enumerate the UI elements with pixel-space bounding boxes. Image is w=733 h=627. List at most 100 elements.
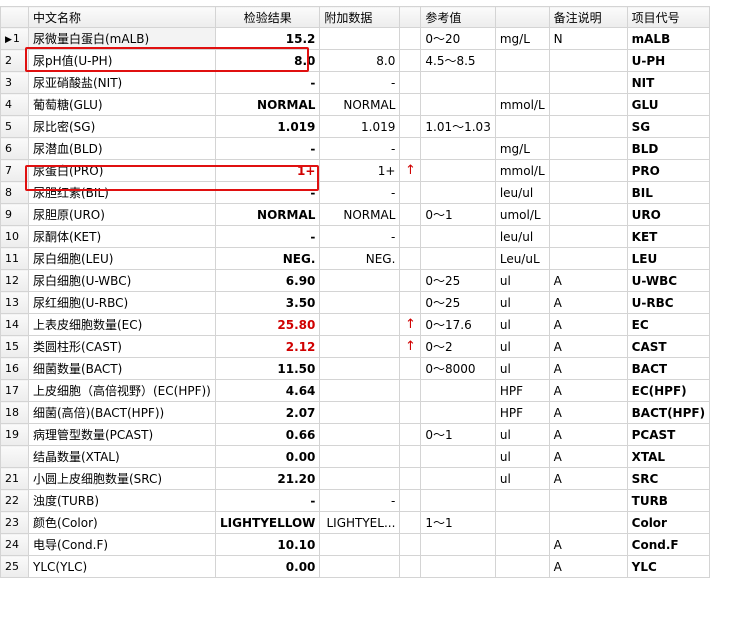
row-number-cell[interactable]: 19 [0,423,29,446]
unit-cell[interactable]: mg/L [494,27,550,50]
item-code-cell[interactable]: PRO [626,159,711,182]
item-name-cell[interactable]: 尿胆原(URO) [28,203,216,226]
unit-cell[interactable]: leu/ul [494,181,550,204]
reference-range-cell[interactable] [420,137,496,160]
flag-arrow-cell[interactable] [399,445,422,468]
note-cell[interactable]: A [548,291,628,314]
reference-range-cell[interactable]: 1～1 [420,511,496,534]
flag-arrow-cell[interactable] [399,357,422,380]
item-name-cell[interactable]: 尿白细胞(LEU) [28,247,216,270]
unit-cell[interactable]: ul [494,335,550,358]
table-row[interactable]: 4 葡萄糖(GLU) NORMAL NORMAL mmol/L GLU [0,93,711,116]
note-cell[interactable]: A [548,555,628,578]
extra-value-cell[interactable] [319,291,401,314]
item-name-cell[interactable]: 尿红细胞(U-RBC) [28,291,216,314]
unit-cell[interactable]: Leu/uL [494,247,550,270]
table-row[interactable]: 14 上表皮细胞数量(EC) 25.80 ↑ 0～17.6 ul A EC [0,313,711,336]
result-value-cell[interactable]: - [214,489,321,512]
item-code-cell[interactable]: EC(HPF) [626,379,711,402]
extra-value-cell[interactable] [319,467,401,490]
note-cell[interactable] [548,225,628,248]
row-number-cell[interactable]: 15 [0,335,29,358]
item-name-cell[interactable]: 尿潜血(BLD) [28,137,216,160]
result-value-cell[interactable]: 0.00 [214,445,321,468]
row-number-cell[interactable]: 9 [0,203,29,226]
extra-value-cell[interactable]: LIGHTYEL... [319,511,401,534]
note-cell[interactable]: A [548,445,628,468]
reference-range-cell[interactable]: 0～25 [420,291,496,314]
extra-value-cell[interactable]: 1.019 [319,115,401,138]
table-row[interactable]: 18 细菌(高倍)(BACT(HPF)) 2.07 HPF A BACT(HPF) [0,401,711,424]
item-name-cell[interactable]: 电导(Cond.F) [28,533,216,556]
extra-value-cell[interactable]: - [319,489,401,512]
unit-cell[interactable] [494,555,550,578]
reference-range-cell[interactable] [420,445,496,468]
table-row[interactable]: 25 YLC(YLC) 0.00 A YLC [0,555,711,578]
result-value-cell[interactable]: 2.07 [214,401,321,424]
result-value-cell[interactable]: 11.50 [214,357,321,380]
row-number-cell[interactable]: 6 [0,137,29,160]
reference-range-cell[interactable] [420,159,496,182]
row-number-cell[interactable]: 13 [0,291,29,314]
flag-arrow-cell[interactable] [399,533,422,556]
unit-cell[interactable] [494,533,550,556]
reference-range-cell[interactable]: 0～25 [420,269,496,292]
item-code-cell[interactable]: NIT [626,71,711,94]
reference-range-cell[interactable] [420,247,496,270]
result-value-cell[interactable]: - [214,137,321,160]
item-name-cell[interactable]: YLC(YLC) [28,555,216,578]
note-cell[interactable]: A [548,313,628,336]
result-value-cell[interactable]: - [214,71,321,94]
note-cell[interactable] [548,49,628,72]
item-code-cell[interactable]: CAST [626,335,711,358]
item-code-cell[interactable]: Cond.F [626,533,711,556]
reference-range-cell[interactable]: 0～1 [420,423,496,446]
unit-cell[interactable]: ul [494,357,550,380]
extra-value-cell[interactable] [319,269,401,292]
unit-cell[interactable] [494,71,550,94]
note-cell[interactable]: A [548,379,628,402]
extra-value-cell[interactable] [319,401,401,424]
result-value-cell[interactable]: NEG. [214,247,321,270]
reference-range-cell[interactable]: 0～1 [420,203,496,226]
note-cell[interactable] [548,115,628,138]
item-code-cell[interactable]: GLU [626,93,711,116]
extra-value-cell[interactable] [319,555,401,578]
note-cell[interactable] [548,511,628,534]
unit-cell[interactable] [494,115,550,138]
flag-arrow-cell[interactable] [399,71,422,94]
flag-arrow-cell[interactable] [399,27,422,50]
flag-arrow-cell[interactable]: ↑ [399,335,422,358]
table-row[interactable]: 结晶数量(XTAL) 0.00 ul A XTAL [0,445,711,468]
unit-cell[interactable]: ul [494,445,550,468]
reference-range-cell[interactable] [420,555,496,578]
flag-arrow-cell[interactable] [399,247,422,270]
flag-arrow-cell[interactable] [399,291,422,314]
reference-range-cell[interactable] [420,93,496,116]
table-row[interactable]: 5 尿比密(SG) 1.019 1.019 1.01～1.03 SG [0,115,711,138]
flag-arrow-cell[interactable]: ↑ [399,159,422,182]
note-cell[interactable] [548,71,628,94]
unit-cell[interactable]: mmol/L [494,93,550,116]
row-number-cell[interactable]: 3 [0,71,29,94]
item-code-cell[interactable]: SRC [626,467,711,490]
table-row[interactable]: 16 细菌数量(BACT) 11.50 0～8000 ul A BACT [0,357,711,380]
item-name-cell[interactable]: 尿亚硝酸盐(NIT) [28,71,216,94]
reference-range-cell[interactable] [420,401,496,424]
header-code[interactable]: 项目代号 [626,6,711,28]
unit-cell[interactable]: HPF [494,401,550,424]
table-row[interactable]: 6 尿潜血(BLD) - - mg/L BLD [0,137,711,160]
extra-value-cell[interactable] [319,27,401,50]
unit-cell[interactable]: leu/ul [494,225,550,248]
flag-arrow-cell[interactable] [399,467,422,490]
flag-arrow-cell[interactable] [399,49,422,72]
item-code-cell[interactable]: BLD [626,137,711,160]
table-row[interactable]: 17 上皮细胞（高倍视野）(EC(HPF)) 4.64 HPF A EC(HPF) [0,379,711,402]
row-number-cell[interactable]: 12 [0,269,29,292]
unit-cell[interactable] [494,49,550,72]
extra-value-cell[interactable]: 1+ [319,159,401,182]
result-value-cell[interactable]: 25.80 [214,313,321,336]
item-name-cell[interactable]: 上皮细胞（高倍视野）(EC(HPF)) [28,379,216,402]
flag-arrow-cell[interactable] [399,401,422,424]
extra-value-cell[interactable] [319,533,401,556]
